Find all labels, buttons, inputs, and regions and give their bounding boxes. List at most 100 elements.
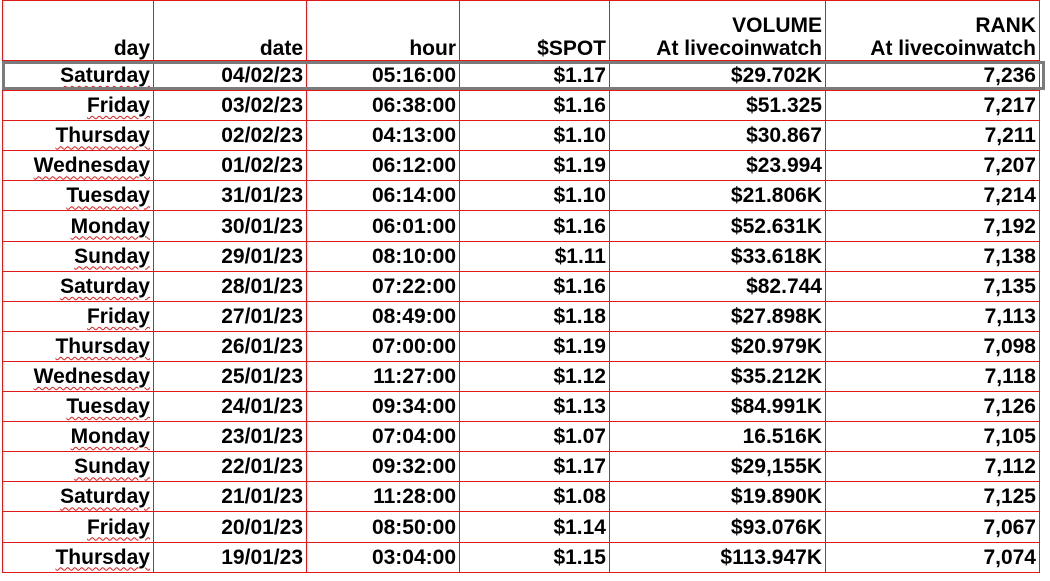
cell-hour[interactable]: 09:34:00	[306, 391, 460, 423]
cell-spot[interactable]: $1.14	[459, 511, 610, 543]
cell-spot[interactable]: $1.19	[459, 330, 610, 362]
cell-date[interactable]: 23/01/23	[153, 421, 307, 453]
cell-date[interactable]: 22/01/23	[153, 451, 307, 483]
table-row[interactable]: Saturday 04/02/23 05:16:00 $1.17 $29.702K 7,2…	[2, 59, 1040, 92]
header-day[interactable]: day	[2, 0, 154, 61]
cell-day[interactable]: Thursday	[2, 541, 154, 573]
cell-day[interactable]: Monday	[2, 210, 154, 242]
table-row[interactable]: Wednesday 25/01/23 11:27:00 $1.12 $35.212K 7,…	[2, 360, 1040, 393]
header-rank[interactable]: RANK At livecoinwatch	[825, 0, 1040, 61]
cell-spot[interactable]: $1.08	[459, 481, 610, 513]
cell-rank[interactable]: 7,098	[825, 330, 1040, 362]
cell-date[interactable]: 30/01/23	[153, 210, 307, 242]
table-row[interactable]: Saturday 21/01/23 11:28:00 $1.08 $19.890K 7,1…	[2, 481, 1040, 513]
cell-date[interactable]: 03/02/23	[153, 90, 307, 122]
cell-date[interactable]: 01/02/23	[153, 150, 307, 182]
cell-date[interactable]: 19/01/23	[153, 541, 307, 573]
cell-date[interactable]: 29/01/23	[153, 240, 307, 272]
cell-hour[interactable]: 06:12:00	[306, 150, 460, 182]
cell-day[interactable]: Monday	[2, 421, 154, 453]
cell-rank[interactable]: 7,207	[825, 150, 1040, 182]
cell-rank[interactable]: 7,113	[825, 300, 1040, 332]
cell-hour[interactable]: 09:32:00	[306, 451, 460, 483]
cell-date[interactable]: 31/01/23	[153, 180, 307, 212]
cell-day[interactable]: Saturday	[2, 59, 154, 92]
cell-rank[interactable]: 7,126	[825, 391, 1040, 423]
cell-rank[interactable]: 7,138	[825, 240, 1040, 272]
cell-hour[interactable]: 11:28:00	[306, 481, 460, 513]
table-row[interactable]: Tuesday 24/01/23 09:34:00 $1.13 $84.991K 7,12…	[2, 391, 1040, 423]
cell-hour[interactable]: 08:50:00	[306, 511, 460, 543]
cell-rank[interactable]: 7,074	[825, 541, 1040, 573]
table-row[interactable]: Wednesday 01/02/23 06:12:00 $1.19 $23.994 7,2…	[2, 150, 1040, 182]
cell-spot[interactable]: $1.17	[459, 59, 610, 92]
cell-volume[interactable]: $113.947K	[609, 541, 826, 573]
cell-volume[interactable]: $21.806K	[609, 180, 826, 212]
cell-date[interactable]: 26/01/23	[153, 330, 307, 362]
cell-day[interactable]: Saturday	[2, 481, 154, 513]
cell-spot[interactable]: $1.16	[459, 210, 610, 242]
cell-spot[interactable]: $1.18	[459, 300, 610, 332]
cell-spot[interactable]: $1.15	[459, 541, 610, 573]
table-row[interactable]: Friday 27/01/23 08:49:00 $1.18 $27.898K 7,113	[2, 300, 1040, 332]
cell-date[interactable]: 25/01/23	[153, 360, 307, 393]
cell-rank[interactable]: 7,217	[825, 90, 1040, 122]
cell-day[interactable]: Friday	[2, 300, 154, 332]
table-row[interactable]: Sunday 22/01/23 09:32:00 $1.17 $29,155K 7,112	[2, 451, 1040, 483]
cell-day[interactable]: Friday	[2, 90, 154, 122]
header-volume[interactable]: VOLUME At livecoinwatch	[609, 0, 826, 61]
cell-hour[interactable]: 08:10:00	[306, 240, 460, 272]
header-date[interactable]: date	[153, 0, 307, 61]
cell-spot[interactable]: $1.13	[459, 391, 610, 423]
cell-day[interactable]: Sunday	[2, 451, 154, 483]
cell-date[interactable]: 02/02/23	[153, 120, 307, 152]
cell-spot[interactable]: $1.11	[459, 240, 610, 272]
cell-spot[interactable]: $1.19	[459, 150, 610, 182]
cell-spot[interactable]: $1.10	[459, 180, 610, 212]
cell-date[interactable]: 04/02/23	[153, 59, 307, 92]
header-spot[interactable]: $SPOT	[459, 0, 610, 61]
cell-volume[interactable]: $29,155K	[609, 451, 826, 483]
table-row[interactable]: Monday 23/01/23 07:04:00 $1.07 16.516K 7,105	[2, 421, 1040, 453]
cell-spot[interactable]: $1.16	[459, 90, 610, 122]
cell-hour[interactable]: 06:14:00	[306, 180, 460, 212]
cell-hour[interactable]: 06:38:00	[306, 90, 460, 122]
cell-volume[interactable]: $35.212K	[609, 360, 826, 393]
cell-day[interactable]: Thursday	[2, 330, 154, 362]
cell-day[interactable]: Saturday	[2, 270, 154, 302]
header-hour[interactable]: hour	[306, 0, 460, 61]
cell-hour[interactable]: 06:01:00	[306, 210, 460, 242]
cell-day[interactable]: Sunday	[2, 240, 154, 272]
cell-day[interactable]: Wednesday	[2, 360, 154, 393]
cell-date[interactable]: 20/01/23	[153, 511, 307, 543]
cell-volume[interactable]: $51.325	[609, 90, 826, 122]
table-row[interactable]: Thursday 26/01/23 07:00:00 $1.19 $20.979K 7,0…	[2, 330, 1040, 362]
cell-hour[interactable]: 07:04:00	[306, 421, 460, 453]
cell-rank[interactable]: 7,135	[825, 270, 1040, 302]
cell-volume[interactable]: $20.979K	[609, 330, 826, 362]
cell-date[interactable]: 21/01/23	[153, 481, 307, 513]
cell-date[interactable]: 28/01/23	[153, 270, 307, 302]
cell-volume[interactable]: $52.631K	[609, 210, 826, 242]
cell-rank[interactable]: 7,192	[825, 210, 1040, 242]
cell-rank[interactable]: 7,105	[825, 421, 1040, 453]
cell-spot[interactable]: $1.07	[459, 421, 610, 453]
cell-volume[interactable]: $82.744	[609, 270, 826, 302]
cell-hour[interactable]: 08:49:00	[306, 300, 460, 332]
table-row[interactable]: Friday 03/02/23 06:38:00 $1.16 $51.325 7,217	[2, 90, 1040, 122]
cell-hour[interactable]: 07:22:00	[306, 270, 460, 302]
cell-volume[interactable]: 16.516K	[609, 421, 826, 453]
table-row[interactable]: Sunday 29/01/23 08:10:00 $1.11 $33.618K 7,138	[2, 240, 1040, 272]
cell-hour[interactable]: 05:16:00	[306, 59, 460, 92]
cell-rank[interactable]: 7,125	[825, 481, 1040, 513]
cell-day[interactable]: Wednesday	[2, 150, 154, 182]
cell-date[interactable]: 24/01/23	[153, 391, 307, 423]
cell-volume[interactable]: $27.898K	[609, 300, 826, 332]
cell-hour[interactable]: 04:13:00	[306, 120, 460, 152]
cell-day[interactable]: Tuesday	[2, 391, 154, 423]
table-row[interactable]: Tuesday 31/01/23 06:14:00 $1.10 $21.806K 7,21…	[2, 180, 1040, 212]
cell-spot[interactable]: $1.10	[459, 120, 610, 152]
cell-day[interactable]: Friday	[2, 511, 154, 543]
cell-hour[interactable]: 07:00:00	[306, 330, 460, 362]
table-row[interactable]: Thursday 02/02/23 04:13:00 $1.10 $30.867 7,21…	[2, 120, 1040, 152]
